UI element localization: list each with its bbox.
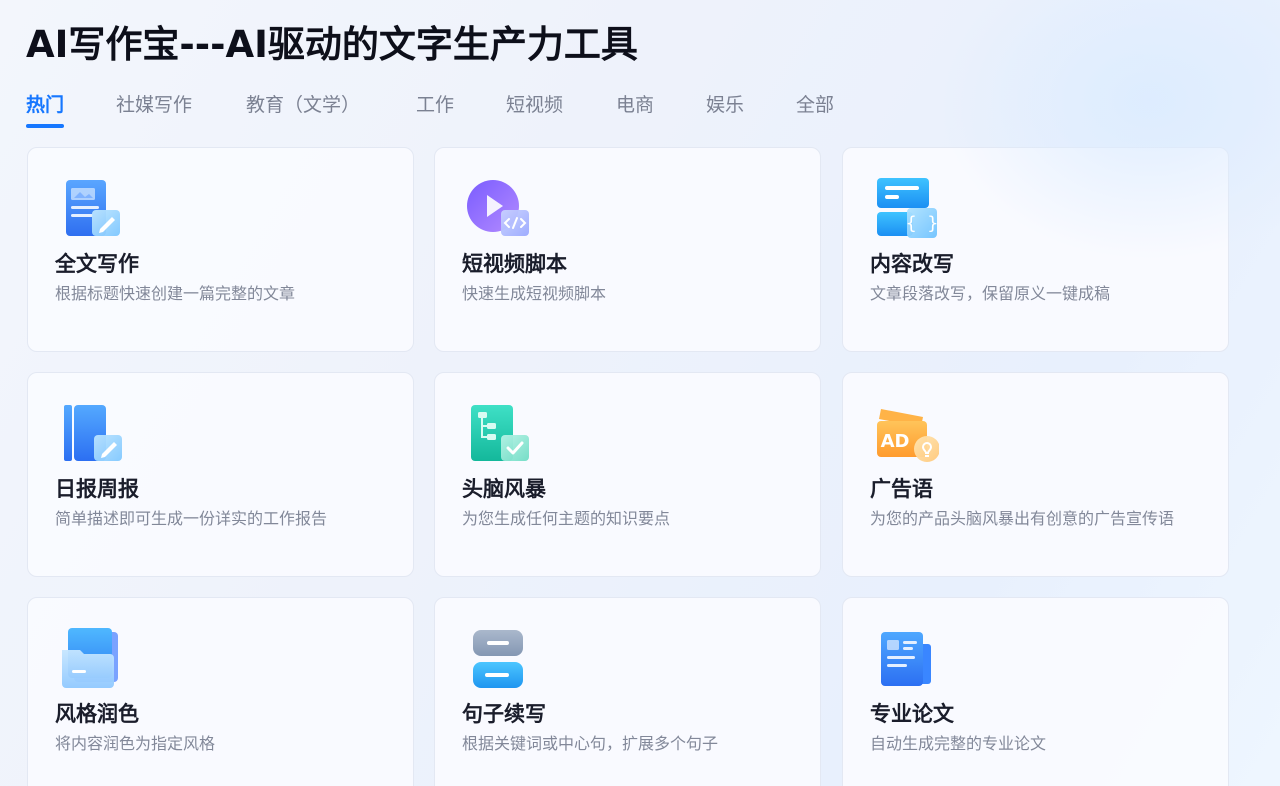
paper-document-icon: [881, 632, 931, 686]
card-full-article[interactable]: 全文写作 根据标题快速创建一篇完整的文章: [27, 147, 414, 352]
card-description: 根据标题快速创建一篇完整的文章: [55, 284, 296, 303]
card-title: 风格润色: [55, 702, 139, 726]
ad-lightbulb-icon: AD: [877, 409, 939, 462]
svg-text:AD: AD: [881, 431, 910, 452]
tab-social-writing[interactable]: 社媒写作: [116, 90, 192, 128]
page-title: AI写作宝---AI驱动的文字生产力工具: [26, 23, 638, 66]
card-description: 快速生成短视频脚本: [462, 284, 607, 303]
card-description: 自动生成完整的专业论文: [870, 734, 1047, 753]
folder-stack-icon: [62, 628, 118, 688]
tab-all[interactable]: 全部: [796, 90, 834, 128]
card-description: 简单描述即可生成一份详实的工作报告: [55, 509, 328, 528]
tab-hot[interactable]: 热门: [26, 90, 65, 128]
svg-text:{ }: { }: [906, 213, 939, 234]
card-description: 将内容润色为指定风格: [55, 734, 216, 753]
card-title: 全文写作: [55, 252, 139, 276]
card-professional-paper[interactable]: 专业论文 自动生成完整的专业论文: [842, 597, 1229, 786]
card-title: 内容改写: [870, 252, 954, 276]
book-edit-icon: [64, 405, 122, 461]
card-description: 为您生成任何主题的知识要点: [462, 509, 671, 528]
card-title: 头脑风暴: [462, 477, 546, 501]
video-code-icon: [467, 180, 529, 236]
card-ad-slogan[interactable]: AD 广告语 为您的产品头脑风暴出有创意的广告宣传语: [842, 372, 1229, 577]
card-description: 根据关键词或中心句，扩展多个句子: [462, 734, 719, 753]
mindmap-check-icon: [471, 405, 529, 461]
document-edit-icon: [66, 180, 120, 236]
card-title: 日报周报: [55, 477, 139, 501]
card-title: 句子续写: [462, 702, 546, 726]
tab-entertainment[interactable]: 娱乐: [706, 90, 744, 128]
code-braces-icon: { }: [877, 178, 939, 238]
card-sentence-continue[interactable]: 句子续写 根据关键词或中心句，扩展多个句子: [434, 597, 821, 786]
card-short-video-script[interactable]: 短视频脚本 快速生成短视频脚本: [434, 147, 821, 352]
card-style-polish[interactable]: 风格润色 将内容润色为指定风格: [27, 597, 414, 786]
tab-education[interactable]: 教育（文学）: [246, 90, 360, 128]
card-title: 广告语: [870, 477, 933, 501]
card-title: 短视频脚本: [462, 252, 567, 276]
card-content-rewrite[interactable]: { } 内容改写 文章段落改写，保留原义一键成稿: [842, 147, 1229, 352]
tab-ecommerce[interactable]: 电商: [616, 90, 654, 128]
card-brainstorm[interactable]: 头脑风暴 为您生成任何主题的知识要点: [434, 372, 821, 577]
category-tabs: 热门 社媒写作 教育（文学） 工作 短视频 电商 娱乐 全部: [26, 90, 926, 130]
card-description: 文章段落改写，保留原义一键成稿: [870, 284, 1111, 303]
card-daily-weekly-report[interactable]: 日报周报 简单描述即可生成一份详实的工作报告: [27, 372, 414, 577]
tab-work[interactable]: 工作: [416, 90, 454, 128]
tab-short-video[interactable]: 短视频: [506, 90, 563, 128]
card-title: 专业论文: [870, 702, 954, 726]
card-description: 为您的产品头脑风暴出有创意的广告宣传语: [870, 509, 1175, 528]
sentence-blocks-icon: [473, 630, 523, 688]
